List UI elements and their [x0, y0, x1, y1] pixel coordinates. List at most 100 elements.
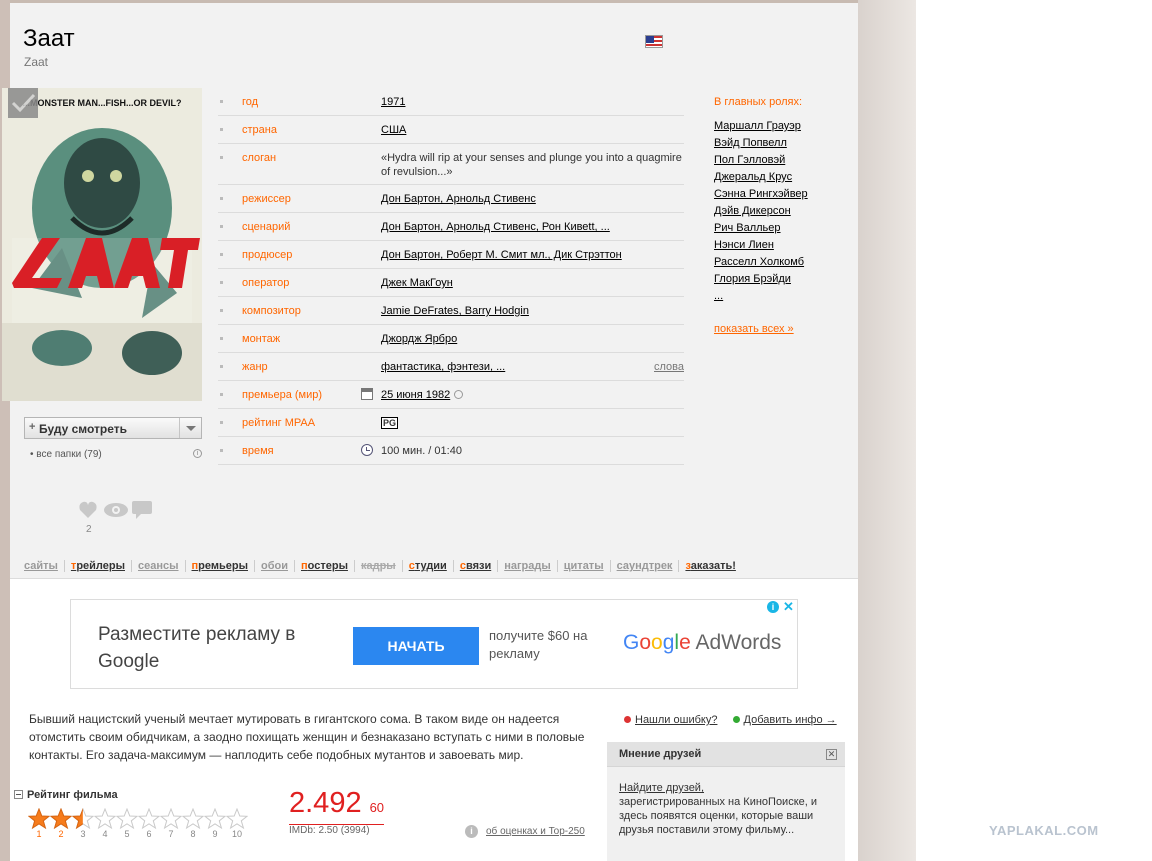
info-value: Дон Бартон, Арнольд Стивенс, Рон Кивеtt,…: [381, 220, 686, 234]
star-icon[interactable]: [116, 808, 138, 830]
info-value-link[interactable]: Jamie DeFrates, Barry Hodgin: [381, 305, 529, 317]
rating-heading[interactable]: Рейтинг фильма: [14, 789, 118, 801]
keywords-link[interactable]: слова: [654, 361, 684, 373]
tab-12[interactable]: заказать!: [678, 560, 741, 572]
poster-tagline: ...MONSTER MAN...FISH...OR DEVIL?: [22, 98, 181, 108]
tab-label: вязи: [465, 560, 492, 572]
rating-value[interactable]: 2.492 60: [289, 787, 385, 825]
film-description: Бывший нацистский ученый мечтает мутиров…: [29, 712, 585, 762]
info-value-link[interactable]: Дон Бартон, Роберт М. Смит мл., Дик Стрэ…: [381, 249, 622, 261]
background-right: [858, 0, 916, 861]
star-label: 3: [80, 829, 86, 839]
actor-link[interactable]: Сэнна Рингхэйвер: [714, 188, 808, 205]
ad-controls[interactable]: i ✕: [767, 599, 797, 615]
info-value[interactable]: PG: [381, 416, 686, 430]
collapse-icon[interactable]: [14, 790, 23, 799]
comment-icon[interactable]: [132, 501, 152, 519]
info-row: рейтинг MPAA PG: [218, 409, 684, 437]
actor-link[interactable]: Рич Валльер: [714, 222, 808, 239]
info-value-link[interactable]: 25 июня 1982: [381, 389, 450, 401]
ad-close-icon[interactable]: ✕: [783, 599, 794, 615]
info-value: 100 мин. / 01:40: [381, 445, 462, 457]
tab-8[interactable]: связи: [452, 560, 497, 572]
tab-10[interactable]: цитаты: [556, 560, 610, 572]
report-error-link[interactable]: Нашли ошибку?: [635, 714, 717, 726]
info-value: Дон Бартон, Арнольд Стивенс: [381, 192, 686, 206]
tab-label: остеры: [307, 560, 348, 572]
tab-5[interactable]: постеры: [294, 560, 354, 572]
info-key: режиссер: [242, 193, 291, 205]
will-watch-button[interactable]: + Буду смотреть: [24, 417, 202, 439]
info-value: 25 июня 1982: [381, 388, 686, 402]
tab-11[interactable]: саундтрек: [609, 560, 679, 572]
tab-9[interactable]: награды: [497, 560, 557, 572]
find-friends-link[interactable]: Найдите друзей,: [619, 782, 704, 794]
star-icon[interactable]: [160, 808, 182, 830]
tab-7[interactable]: студии: [401, 560, 453, 572]
actor-link[interactable]: Дэйв Дикерсон: [714, 205, 808, 222]
actor-link[interactable]: Маршалл Грауэр: [714, 120, 808, 137]
dropdown-arrow-icon[interactable]: [179, 418, 201, 438]
info-value-link[interactable]: 1971: [381, 96, 405, 108]
plus-icon: +: [29, 421, 36, 433]
mpaa-badge[interactable]: PG: [381, 417, 399, 429]
info-key: композитор: [242, 305, 301, 317]
star-icon[interactable]: [28, 808, 50, 830]
will-watch-label: Буду смотреть: [39, 422, 128, 436]
info-value: США: [381, 123, 686, 137]
show-all-cast-link[interactable]: показать всех »: [714, 323, 808, 335]
info-value: 1971: [381, 95, 686, 109]
info-value-link[interactable]: США: [381, 124, 406, 136]
tab-4[interactable]: обои: [254, 560, 294, 572]
close-icon[interactable]: ✕: [826, 749, 837, 760]
tab-2[interactable]: сеансы: [131, 560, 185, 572]
add-info-link[interactable]: Добавить инфо →: [744, 714, 837, 726]
ad-banner[interactable]: Разместите рекламу в Google НАЧАТЬ получ…: [70, 599, 798, 689]
star-icon[interactable]: [226, 808, 248, 830]
tab-6[interactable]: кадры: [353, 560, 402, 572]
info-key: оператор: [242, 277, 290, 289]
star-label: 7: [168, 829, 174, 839]
info-row: премьера (мир) 25 июня 1982: [218, 381, 684, 409]
info-row: страна США: [218, 116, 684, 144]
info-value: Джордж Ярбро: [381, 332, 686, 346]
star-label: 2: [58, 829, 64, 839]
all-folders-link[interactable]: • все папки (79): [30, 449, 102, 460]
actor-link[interactable]: ...: [714, 290, 808, 307]
heart-icon[interactable]: [79, 501, 97, 518]
actor-link[interactable]: Расселл Холкомб: [714, 256, 808, 273]
info-value-link[interactable]: фантастика, фэнтези, ...: [381, 361, 505, 373]
ad-start-button[interactable]: НАЧАТЬ: [353, 627, 479, 665]
actor-link[interactable]: Глория Брэйди: [714, 273, 808, 290]
info-value-link[interactable]: Джордж Ярбро: [381, 333, 457, 345]
star-icon[interactable]: [50, 808, 72, 830]
info-circle-icon: i: [465, 825, 478, 838]
star-icon[interactable]: [204, 808, 226, 830]
about-ratings-link[interactable]: об оценках и Top-250: [486, 826, 585, 837]
star-icon[interactable]: [72, 808, 94, 830]
calendar-icon[interactable]: [361, 388, 373, 400]
info-key: жанр: [242, 361, 268, 373]
star-icon[interactable]: [182, 808, 204, 830]
star-icon[interactable]: [94, 808, 116, 830]
eye-icon[interactable]: [104, 503, 128, 517]
chevron-down-icon[interactable]: [454, 390, 464, 399]
actor-link[interactable]: Нэнси Лиен: [714, 239, 808, 256]
checkmark-icon[interactable]: [8, 88, 38, 118]
star-icon[interactable]: [138, 808, 160, 830]
about-ratings[interactable]: i об оценках и Top-250: [465, 825, 585, 838]
info-value-link[interactable]: Дон Бартон, Арнольд Стивенс, Рон Кивеtt,…: [381, 221, 610, 233]
info-value-link[interactable]: Джек МакГоун: [381, 277, 453, 289]
tab-0[interactable]: сайты: [18, 560, 64, 572]
film-poster[interactable]: ...MONSTER MAN...FISH...OR DEVIL?: [2, 88, 202, 401]
tab-3[interactable]: премьеры: [184, 560, 254, 572]
actor-link[interactable]: Пол Гэлловэй: [714, 154, 808, 171]
actor-link[interactable]: Вэйд Попвелл: [714, 137, 808, 154]
actor-link[interactable]: Джеральд Крус: [714, 171, 808, 188]
info-icon[interactable]: i: [193, 449, 202, 458]
info-key: сценарий: [242, 221, 291, 233]
info-value-link[interactable]: Дон Бартон, Арнольд Стивенс: [381, 193, 536, 205]
ad-info-icon[interactable]: i: [767, 601, 779, 613]
tab-1[interactable]: трейлеры: [63, 560, 131, 572]
info-value: Jamie DeFrates, Barry Hodgin: [381, 304, 686, 318]
